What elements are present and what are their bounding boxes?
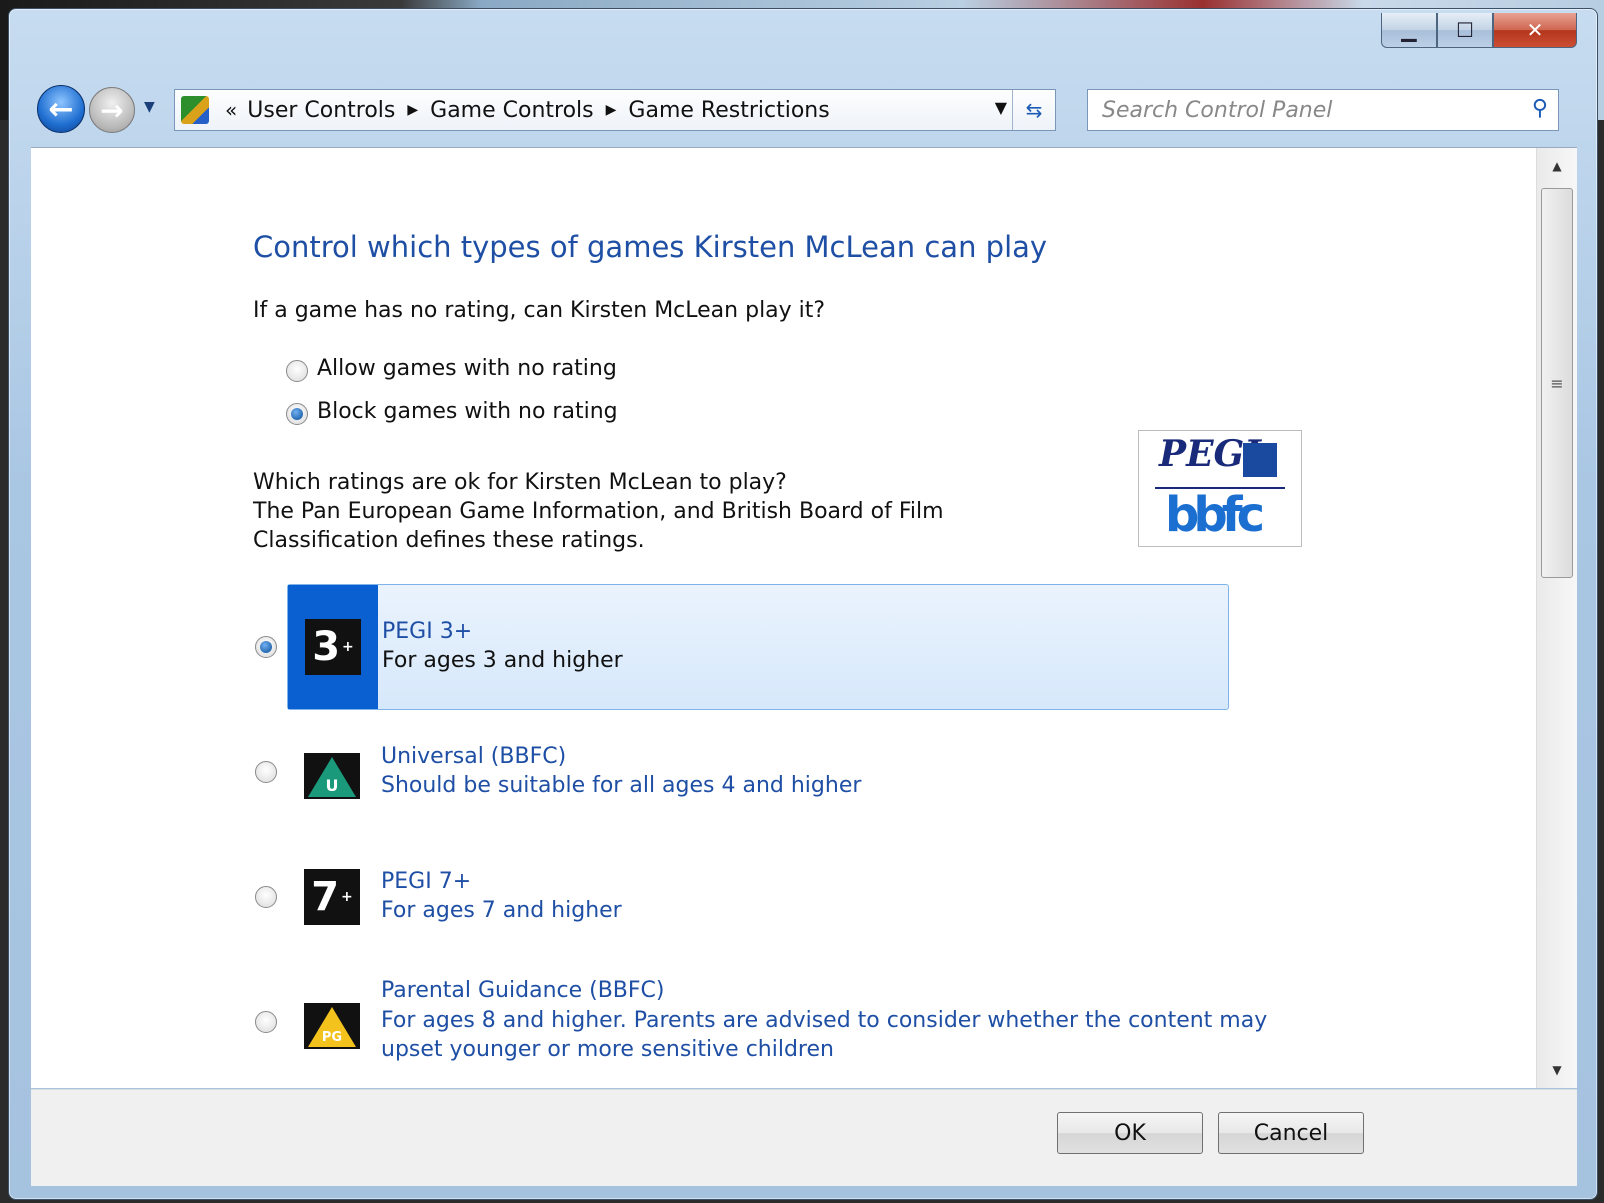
rating-radio-pegi7[interactable]	[255, 886, 277, 908]
rating-title: Parental Guidance (BBFC)	[381, 978, 665, 1003]
block-unrated-radio[interactable]	[286, 403, 308, 425]
block-unrated-label[interactable]: Block games with no rating	[317, 399, 618, 424]
ratings-question-line: Classification defines these ratings.	[253, 528, 645, 553]
window-controls: ▁ ☐ ✕	[1381, 13, 1577, 51]
ratings-question-line: Which ratings are ok for Kirsten McLean …	[253, 470, 787, 495]
breadcrumb-game-restrictions[interactable]: Game Restrictions	[628, 98, 829, 123]
rating-description: For ages 7 and higher	[381, 898, 622, 923]
scroll-up-icon[interactable]: ▲	[1537, 148, 1577, 184]
maximize-button[interactable]: ☐	[1437, 13, 1493, 48]
rating-radio-pg[interactable]	[255, 1011, 277, 1033]
forward-button[interactable]: →	[89, 87, 135, 133]
svg-text:U: U	[326, 776, 339, 795]
vertical-scrollbar[interactable]: ▲ ≡ ▼	[1536, 148, 1577, 1088]
scroll-thumb[interactable]: ≡	[1541, 188, 1573, 578]
rating-title: Universal (BBFC)	[381, 744, 567, 769]
navigation-bar: ← → ▼ « User Controls ▶ Game Controls ▶ …	[29, 79, 1597, 135]
control-panel-window: ▁ ☐ ✕ ← → ▼ « User Controls ▶ Game Contr…	[8, 8, 1598, 1200]
pegi-bbfc-logo: PEGI bbfc	[1138, 430, 1302, 547]
eu-flag-icon	[1243, 443, 1277, 477]
ok-button[interactable]: OK	[1057, 1112, 1203, 1154]
control-panel-icon	[181, 96, 209, 124]
allow-unrated-label[interactable]: Allow games with no rating	[317, 356, 617, 381]
dialog-footer: OK Cancel	[31, 1089, 1577, 1186]
breadcrumb-overflow[interactable]: «	[225, 98, 237, 122]
rating-item-pg[interactable]: PG Parental Guidance (BBFC) For ages 8 a…	[287, 960, 1267, 1084]
pegi-3-icon: 3 +	[305, 619, 361, 675]
cancel-button[interactable]: Cancel	[1218, 1112, 1364, 1154]
ratings-question-line: The Pan European Game Information, and B…	[253, 499, 944, 524]
search-box[interactable]: Search Control Panel ⚲	[1087, 89, 1559, 131]
bbfc-logo-text: bbfc	[1165, 487, 1265, 543]
search-placeholder: Search Control Panel	[1102, 97, 1333, 123]
breadcrumb-game-controls[interactable]: Game Controls	[430, 98, 593, 123]
breadcrumb-separator-icon[interactable]: ▶	[606, 102, 617, 118]
unrated-question: If a game has no rating, can Kirsten McL…	[253, 298, 826, 323]
rating-title: PEGI 7+	[381, 869, 472, 894]
address-dropdown-icon[interactable]: ▼	[995, 98, 1007, 117]
breadcrumb-separator-icon[interactable]: ▶	[407, 102, 418, 118]
ratings-question: Which ratings are ok for Kirsten McLean …	[253, 468, 944, 555]
page-title: Control which types of games Kirsten McL…	[253, 230, 1048, 264]
rating-radio-universal[interactable]	[255, 761, 277, 783]
rating-icon-area: 3 +	[288, 585, 378, 709]
rating-radio-pegi3[interactable]	[255, 636, 277, 658]
scroll-down-icon[interactable]: ▼	[1537, 1052, 1577, 1088]
bbfc-pg-icon: PG	[304, 1003, 360, 1049]
bbfc-u-icon: U	[304, 753, 360, 799]
refresh-icon[interactable]: ⇆	[1012, 90, 1055, 130]
rating-description: Should be suitable for all ages 4 and hi…	[381, 773, 862, 798]
rating-item-pegi3[interactable]: 3 + PEGI 3+ For ages 3 and higher	[287, 584, 1229, 710]
content-pane: Control which types of games Kirsten McL…	[31, 147, 1577, 1088]
rating-description: For ages 8 and higher. Parents are advis…	[381, 1008, 1268, 1062]
rating-icon-area: PG	[287, 960, 377, 1084]
svg-text:PG: PG	[322, 1030, 342, 1045]
recent-pages-dropdown-icon[interactable]: ▼	[144, 99, 155, 115]
rating-item-universal[interactable]: U Universal (BBFC) Should be suitable fo…	[287, 710, 1227, 834]
pegi-7-icon: 7 +	[304, 869, 360, 925]
back-button[interactable]: ←	[37, 85, 85, 133]
rating-icon-area: 7 +	[287, 835, 377, 959]
breadcrumb-user-controls[interactable]: User Controls	[247, 98, 395, 123]
rating-icon-area: U	[287, 710, 377, 834]
minimize-button[interactable]: ▁	[1381, 13, 1437, 48]
rating-description: For ages 3 and higher	[382, 648, 623, 673]
rating-title: PEGI 3+	[382, 619, 473, 644]
rating-item-pegi7[interactable]: 7 + PEGI 7+ For ages 7 and higher	[287, 835, 1227, 959]
allow-unrated-radio[interactable]	[286, 360, 308, 382]
search-icon[interactable]: ⚲	[1532, 96, 1548, 121]
close-button[interactable]: ✕	[1493, 13, 1577, 48]
address-bar[interactable]: « User Controls ▶ Game Controls ▶ Game R…	[174, 89, 1056, 131]
